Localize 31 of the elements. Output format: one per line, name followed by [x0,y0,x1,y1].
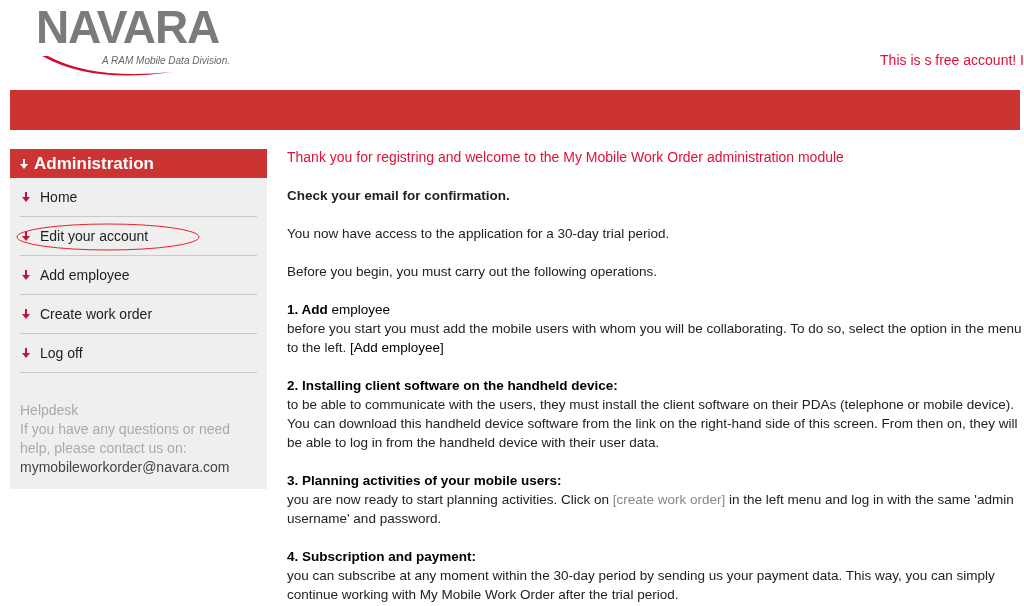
sidebar-menu-item[interactable]: Add employee [40,264,130,286]
sidebar-menu-item[interactable]: Create work order [40,303,153,325]
logo-wordmark: NAVARA [36,4,220,50]
step-heading: 1. Add employee [287,301,392,319]
sidebar-menu-item[interactable]: Home [40,186,78,208]
step-text: you can subscribe at any moment within the 30-day period by sending us your payment data. This way, you can simply continue working with My Mobile Work Order after the trial period. [287,567,996,604]
down-arrow-icon [22,270,30,280]
welcome-heading: Thank you for registring and welcome to the My Mobile Work Order administration module [287,148,845,167]
down-arrow-icon [22,231,30,241]
down-arrow-icon [20,158,28,169]
down-arrow-icon [22,348,30,358]
confirmation-text: Check your email for confirmation. [287,187,511,205]
create-work-order-link[interactable]: [create work order] [612,492,726,507]
down-arrow-icon [22,192,30,202]
helpdesk-title: Helpdesk [20,401,80,420]
step-text: before you start you must add the mobile users with whom you will be collaborating. To do so, select the option in the menu to the left. [Add employee] [287,320,1022,357]
step-heading: 3. Planning activities of your mobile users: [287,472,563,490]
down-arrow-icon [22,309,30,319]
add-employee-link[interactable]: [Add employee] [350,340,444,355]
step-text: to be able to communicate with the users, they must install the client software on their PDAs (telephone or mobile device). You can download this handheld device software from the link on the right-hand side of this screen. From then on, they will be able to log in from the handheld device with their user data. [287,396,1019,452]
sidebar-menu-item[interactable]: Log off [40,342,83,364]
logo-tagline: A RAM Mobile Data Division. [102,54,230,68]
free-account-notice: This is s free account! I [880,51,1024,70]
helpdesk-email-link[interactable]: mymobileworkorder@navara.com [20,459,230,475]
step-heading: 4. Subscription and payment: [287,548,478,566]
intro-text: Before you begin, you must carry out the following operations. [287,263,658,281]
sidebar-title: Administration [34,152,154,175]
step-text: you are now ready to start planning activities. Click on [create work order] in the left menu and log in with the same 'admin username' and password. [287,491,1015,528]
step-heading: 2. Installing client software on the handheld device: [287,377,619,395]
helpdesk-text: If you have any questions or need help, please contact us on: [20,420,232,458]
intro-text: You now have access to the application for a 30-day trial period. [287,225,671,243]
